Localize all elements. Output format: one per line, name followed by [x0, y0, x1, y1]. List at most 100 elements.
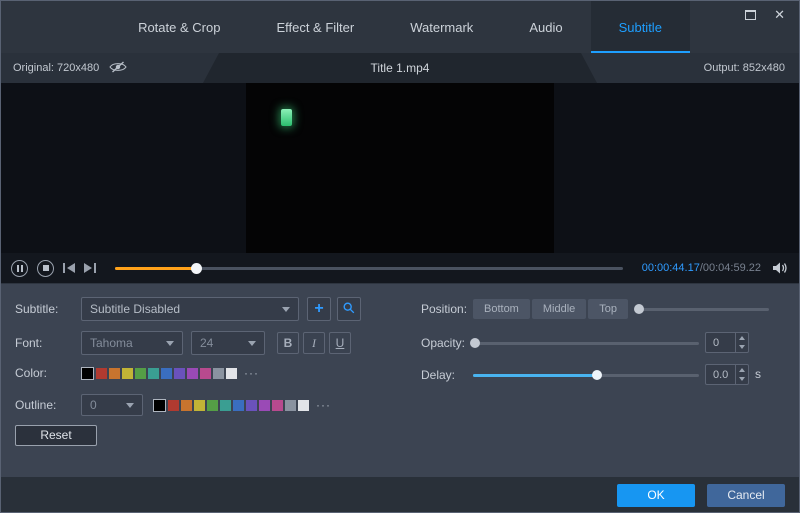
color-swatch[interactable] — [226, 368, 237, 379]
subtitle-select[interactable]: Subtitle Disabled — [81, 297, 299, 321]
chevron-down-icon — [126, 402, 134, 408]
playback-controls: 00:00:44.17/00:04:59.22 — [1, 253, 799, 283]
current-outline-swatch[interactable] — [153, 399, 166, 412]
search-subtitle-button[interactable] — [337, 297, 361, 321]
chevron-down-icon — [166, 340, 174, 346]
spin-up-button[interactable] — [736, 333, 748, 343]
outline-swatch[interactable] — [298, 400, 309, 411]
opacity-slider[interactable] — [470, 336, 699, 350]
opacity-value-box[interactable]: 0 — [705, 332, 749, 353]
video-frame — [246, 83, 554, 253]
eye-off-icon[interactable] — [109, 61, 127, 76]
outline-swatch[interactable] — [246, 400, 257, 411]
more-colors-button[interactable]: ··· — [244, 367, 259, 379]
color-swatch[interactable] — [96, 368, 107, 379]
more-outline-colors-button[interactable]: ··· — [316, 399, 331, 411]
outline-width-select[interactable]: 0 — [81, 394, 143, 416]
subtitle-preview-glyph — [281, 109, 292, 126]
color-swatch[interactable] — [148, 368, 159, 379]
outline-swatch[interactable] — [194, 400, 205, 411]
position-slider-thumb[interactable] — [634, 304, 645, 314]
italic-button[interactable]: I — [303, 332, 325, 354]
color-swatch[interactable] — [135, 368, 146, 379]
delay-spinner — [735, 365, 748, 384]
output-size-label: Output: 852x480 — [703, 62, 785, 74]
ok-button[interactable]: OK — [617, 484, 695, 507]
seek-progress — [115, 267, 197, 270]
position-top-button[interactable]: Top — [588, 299, 629, 319]
delay-slider-fill — [473, 374, 598, 377]
color-swatch[interactable] — [161, 368, 172, 379]
current-color-swatch[interactable] — [81, 367, 94, 380]
tab-effect-filter[interactable]: Effect & Filter — [248, 1, 382, 53]
opacity-slider-thumb[interactable] — [470, 338, 481, 348]
outline-swatch[interactable] — [220, 400, 231, 411]
pause-button[interactable] — [11, 259, 28, 277]
outline-swatch[interactable] — [181, 400, 192, 411]
previous-frame-button[interactable] — [63, 263, 75, 273]
outline-swatch[interactable] — [285, 400, 296, 411]
tab-rotate-crop[interactable]: Rotate & Crop — [110, 1, 248, 53]
delay-value-box[interactable]: 0.0 — [705, 364, 749, 385]
outline-swatch[interactable] — [207, 400, 218, 411]
underline-button[interactable]: U — [329, 332, 351, 354]
color-swatch[interactable] — [122, 368, 133, 379]
font-size-value: 24 — [200, 336, 214, 350]
position-label: Position: — [421, 302, 468, 316]
total-time: /00:04:59.22 — [699, 262, 761, 274]
position-segmented-control: Bottom Middle Top — [473, 299, 629, 319]
color-swatch[interactable] — [187, 368, 198, 379]
color-swatch[interactable] — [213, 368, 224, 379]
current-time: 00:00:44.17 — [641, 262, 700, 274]
position-slider[interactable] — [634, 302, 769, 316]
outline-swatch[interactable] — [168, 400, 179, 411]
close-icon[interactable]: ✕ — [774, 8, 785, 21]
outline-swatch[interactable] — [233, 400, 244, 411]
maximize-icon[interactable] — [745, 10, 757, 20]
stop-button[interactable] — [37, 259, 54, 277]
subtitle-settings-panel: Subtitle: Subtitle Disabled + Position: … — [1, 283, 799, 477]
outline-width-value: 0 — [90, 398, 97, 412]
spin-down-button[interactable] — [736, 375, 748, 385]
chevron-down-icon — [282, 306, 290, 312]
delay-value: 0.0 — [713, 368, 729, 381]
color-swatch[interactable] — [200, 368, 211, 379]
cancel-button[interactable]: Cancel — [707, 484, 785, 507]
add-subtitle-button[interactable]: + — [307, 297, 331, 321]
position-middle-button[interactable]: Middle — [531, 299, 587, 319]
volume-icon[interactable] — [772, 261, 789, 275]
outline-swatch[interactable] — [272, 400, 283, 411]
search-icon — [342, 301, 356, 318]
color-swatch[interactable] — [174, 368, 185, 379]
tab-audio[interactable]: Audio — [501, 1, 590, 53]
delay-slider[interactable] — [473, 368, 699, 382]
next-frame-button[interactable] — [84, 263, 96, 273]
outline-swatch[interactable] — [259, 400, 270, 411]
video-title: Title 1.mp4 — [370, 61, 430, 75]
plus-icon: + — [314, 300, 324, 317]
outline-label: Outline: — [15, 398, 57, 412]
delay-unit-label: s — [755, 367, 761, 381]
bold-button[interactable]: B — [277, 332, 299, 354]
font-label: Font: — [15, 336, 43, 350]
stop-icon — [42, 265, 49, 271]
output-size-section: Output: 852x480 — [581, 53, 799, 83]
color-label: Color: — [15, 366, 48, 380]
seek-slider[interactable] — [115, 261, 623, 275]
delay-slider-thumb[interactable] — [592, 370, 603, 380]
position-bottom-button[interactable]: Bottom — [473, 299, 530, 319]
reset-button[interactable]: Reset — [15, 425, 97, 446]
color-swatch-row: ··· — [81, 367, 259, 380]
color-swatch[interactable] — [109, 368, 120, 379]
window-controls: ✕ — [745, 8, 785, 21]
font-size-select[interactable]: 24 — [191, 331, 265, 355]
time-display: 00:00:44.17/00:04:59.22 — [642, 262, 761, 274]
opacity-label: Opacity: — [421, 336, 466, 350]
spin-up-button[interactable] — [736, 365, 748, 375]
spin-down-button[interactable] — [736, 343, 748, 353]
seek-thumb[interactable] — [191, 263, 203, 274]
font-family-select[interactable]: Tahoma — [81, 331, 183, 355]
tab-subtitle[interactable]: Subtitle — [590, 1, 690, 53]
tab-watermark[interactable]: Watermark — [382, 1, 501, 53]
opacity-spinner — [735, 333, 748, 352]
